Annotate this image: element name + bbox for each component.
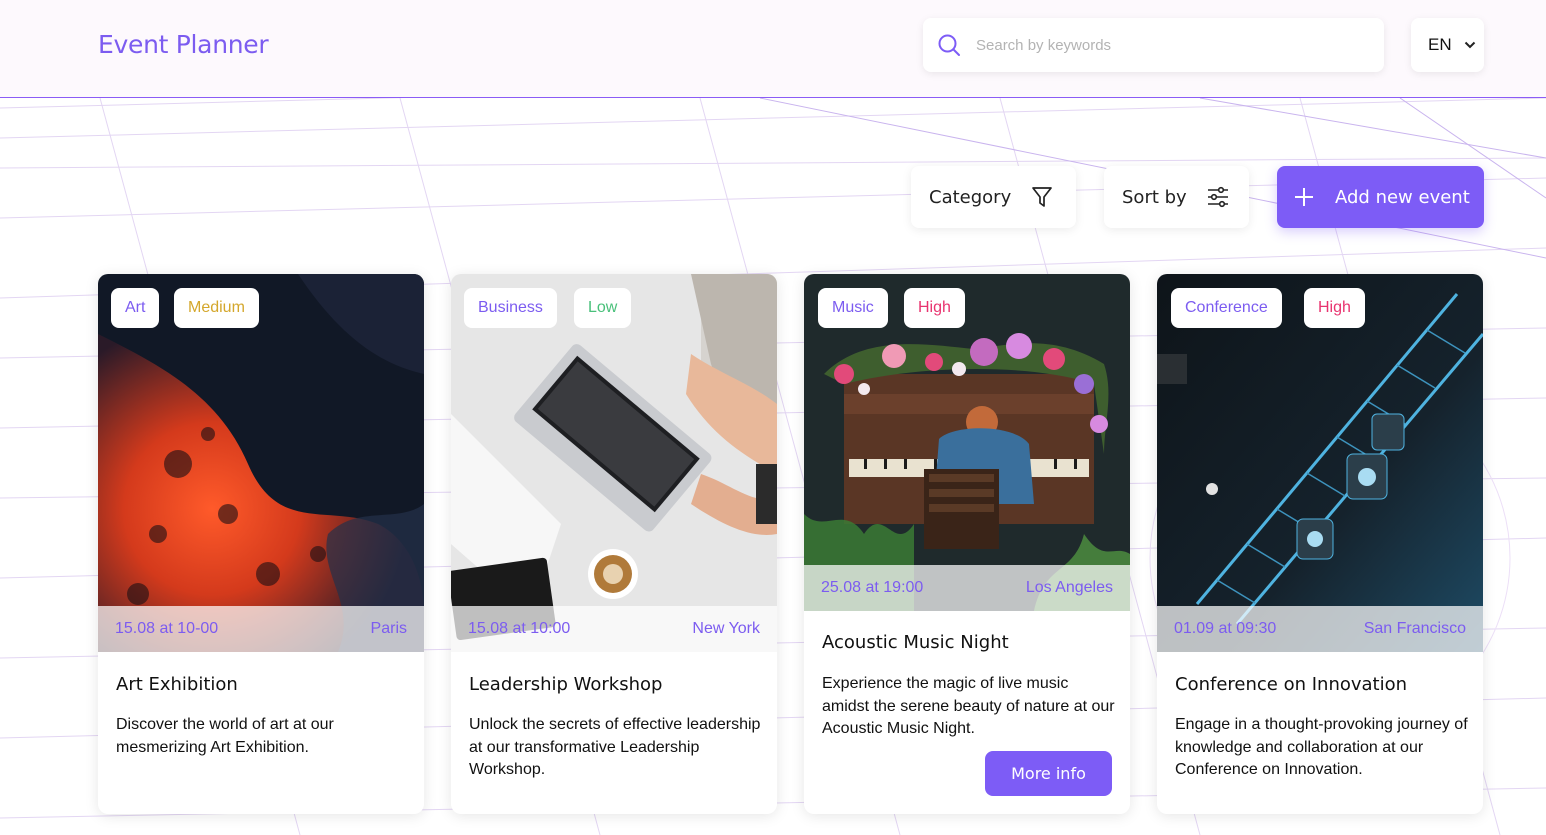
event-location: Los Angeles [1025, 579, 1113, 596]
chevron-down-icon [1464, 41, 1476, 49]
top-bar: Event Planner EN [0, 0, 1546, 98]
event-datetime: 01.09 at 09:30 [1174, 620, 1277, 637]
event-datetime: 25.08 at 19:00 [821, 579, 924, 596]
event-card-leadership-workshop[interactable]: Business Low 15.08 at 10:00 New York Lea… [451, 274, 777, 814]
event-meta: 25.08 at 19:00 Los Angeles [804, 565, 1130, 611]
event-description: Discover the world of art at our mesmeri… [116, 716, 334, 756]
add-event-button[interactable]: Add new event [1277, 166, 1484, 228]
event-card-acoustic-music-night[interactable]: Music High 25.08 at 19:00 Los Angeles Ac… [804, 274, 1130, 814]
event-meta: 01.09 at 09:30 San Francisco [1157, 606, 1483, 652]
category-tag: Music [818, 288, 888, 328]
event-meta: 15.08 at 10:00 New York [451, 606, 777, 652]
event-location: Paris [370, 620, 407, 637]
sort-button[interactable]: Sort by [1104, 166, 1249, 228]
category-tag: Business [464, 288, 557, 328]
event-card-conference-on-innovation[interactable]: Conference High 01.09 at 09:30 San Franc… [1157, 274, 1483, 814]
event-image [1157, 274, 1483, 652]
event-title: Conference on Innovation [1175, 674, 1408, 695]
event-image [451, 274, 777, 652]
category-filter-button[interactable]: Category [911, 166, 1076, 228]
category-filter-label: Category [929, 186, 1012, 208]
event-description: Unlock the secrets of effective leadersh… [469, 716, 761, 778]
event-meta: 15.08 at 10-00 Paris [98, 606, 424, 652]
event-title: Leadership Workshop [469, 674, 663, 695]
priority-tag: High [1304, 288, 1365, 328]
add-event-label: Add new event [1335, 186, 1470, 208]
event-location: New York [692, 620, 760, 637]
event-location: San Francisco [1363, 620, 1466, 637]
sort-label: Sort by [1122, 186, 1187, 208]
search-box[interactable] [923, 18, 1384, 72]
event-image [98, 274, 424, 652]
search-icon [937, 33, 961, 57]
event-card-art-exhibition[interactable]: Art Medium 15.08 at 10-00 Paris Art Exhi… [98, 274, 424, 814]
category-tag: Art [111, 288, 160, 328]
category-tag: Conference [1171, 288, 1282, 328]
filter-icon [1031, 186, 1053, 208]
search-input[interactable] [976, 36, 1336, 54]
language-select[interactable]: EN [1411, 18, 1484, 72]
event-datetime: 15.08 at 10-00 [115, 620, 219, 637]
priority-tag: Low [574, 288, 632, 328]
language-value: EN [1428, 35, 1452, 54]
event-title: Art Exhibition [116, 674, 238, 695]
event-title: Acoustic Music Night [822, 632, 1009, 653]
more-info-button[interactable]: More info [985, 751, 1112, 796]
plus-icon [1293, 186, 1315, 208]
event-description: Experience the magic of live music amids… [822, 675, 1115, 737]
event-datetime: 15.08 at 10:00 [468, 620, 571, 637]
priority-tag: High [904, 288, 965, 328]
event-description: Engage in a thought-provoking journey of… [1175, 716, 1468, 778]
app-logo[interactable]: Event Planner [98, 30, 269, 59]
priority-tag: Medium [174, 288, 259, 328]
sliders-icon [1207, 186, 1229, 208]
